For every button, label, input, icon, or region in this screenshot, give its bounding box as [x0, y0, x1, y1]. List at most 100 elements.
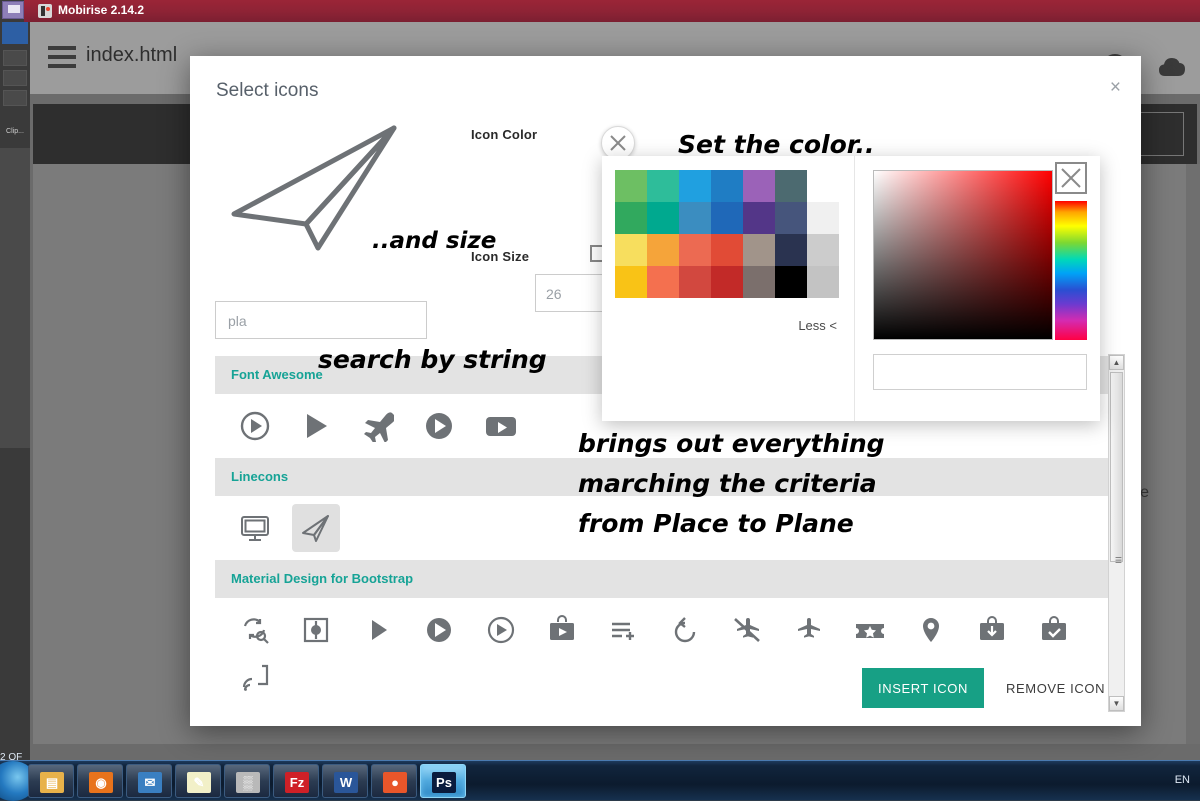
photoshop-side-panel: Clip...	[0, 0, 30, 760]
taskbar-item-file-explorer[interactable]: ▤	[28, 764, 74, 798]
file-explorer-icon: ▤	[40, 772, 64, 793]
firefox-icon: ◉	[89, 772, 113, 793]
custom-picker-close-icon[interactable]	[1055, 162, 1087, 194]
copy-icon[interactable]	[3, 70, 27, 86]
thunderbird-icon: ✉	[138, 772, 162, 793]
hex-color-input[interactable]	[873, 354, 1087, 390]
taskbar-item-word[interactable]: W	[322, 764, 368, 798]
color-swatch-11[interactable]	[743, 202, 775, 234]
replay-icon[interactable]	[661, 606, 709, 654]
airplanemode-on-icon[interactable]	[784, 606, 832, 654]
color-swatch-6[interactable]	[807, 170, 839, 202]
remove-icon-button[interactable]: REMOVE ICON	[1000, 668, 1111, 708]
shop-check-icon[interactable]	[1030, 606, 1078, 654]
language-indicator[interactable]: EN	[1175, 774, 1190, 786]
taskbar-item-photoshop[interactable]: Ps	[420, 764, 466, 798]
play-arrow-icon[interactable]	[354, 606, 402, 654]
hue-slider[interactable]	[1055, 201, 1087, 340]
brightness-box-icon[interactable]	[292, 606, 340, 654]
panel-tab-blue[interactable]	[2, 22, 28, 44]
close-icon[interactable]: ×	[1110, 78, 1121, 97]
color-swatch-15[interactable]	[647, 234, 679, 266]
plane-icon[interactable]	[354, 402, 402, 450]
color-swatch-10[interactable]	[711, 202, 743, 234]
icon-color-label: Icon Color	[471, 127, 537, 142]
taskbar-item-skype[interactable]: ●	[371, 764, 417, 798]
annotation-criteria: brings out everything marching the crite…	[578, 424, 885, 544]
search-input[interactable]: pla	[215, 301, 427, 339]
mobirise-window-title: Mobirise 2.14.2	[58, 3, 144, 17]
taskbar-item-mobirise[interactable]: ▒	[224, 764, 270, 798]
less-toggle-link[interactable]: Less <	[798, 318, 837, 333]
color-swatch-3[interactable]	[711, 170, 743, 202]
icon-size-input[interactable]: 26	[535, 274, 605, 312]
menu-hamburger-icon[interactable]	[48, 46, 76, 68]
scroll-down-arrow-icon[interactable]: ▼	[1109, 696, 1124, 711]
color-swatch-19[interactable]	[775, 234, 807, 266]
screen-share-icon[interactable]	[231, 654, 279, 702]
color-swatch-8[interactable]	[647, 202, 679, 234]
scroll-up-arrow-icon[interactable]: ▲	[1109, 355, 1124, 370]
get-app-bag-icon[interactable]	[968, 606, 1016, 654]
color-swatch-7[interactable]	[615, 202, 647, 234]
dialog-title: Select icons	[216, 80, 318, 102]
saturation-value-area[interactable]	[873, 170, 1053, 340]
page-scrollbar[interactable]	[1186, 164, 1200, 744]
color-swatch-14[interactable]	[615, 234, 647, 266]
color-swatch-2[interactable]	[679, 170, 711, 202]
shop-play-icon[interactable]	[538, 606, 586, 654]
play-icon[interactable]	[292, 402, 340, 450]
airplanemode-off-icon[interactable]	[723, 606, 771, 654]
color-swatch-21[interactable]	[615, 266, 647, 298]
color-swatch-5[interactable]	[775, 170, 807, 202]
insert-icon-button[interactable]: INSERT ICON	[862, 668, 984, 708]
color-swatch-22[interactable]	[647, 266, 679, 298]
local-play-ticket-icon[interactable]	[846, 606, 894, 654]
color-swatch-24[interactable]	[711, 266, 743, 298]
publish-cloud-icon[interactable]	[1158, 56, 1192, 78]
scrollbar-thumb[interactable]: ☰	[1110, 372, 1123, 562]
annotation-and-size: ..and size	[372, 228, 496, 254]
color-swatch-23[interactable]	[679, 266, 711, 298]
playlist-add-icon[interactable]	[600, 606, 648, 654]
color-swatch-12[interactable]	[775, 202, 807, 234]
annotation-criteria-line-1: brings out everything	[578, 424, 885, 464]
color-swatch-26[interactable]	[775, 266, 807, 298]
tools-panel	[0, 148, 30, 448]
color-picker-close-icon[interactable]	[601, 126, 635, 160]
play-circle-outline-icon[interactable]	[231, 402, 279, 450]
color-swatch-0[interactable]	[615, 170, 647, 202]
paper-plane-icon[interactable]	[292, 504, 340, 552]
annotation-set-color: Set the color..	[678, 130, 875, 159]
word-icon: W	[334, 772, 358, 793]
paste-icon[interactable]	[3, 90, 27, 106]
color-swatch-18[interactable]	[743, 234, 775, 266]
filezilla-icon: Fz	[285, 772, 309, 793]
taskbar-item-notepad[interactable]: ✎	[175, 764, 221, 798]
color-swatch-4[interactable]	[743, 170, 775, 202]
taskbar-item-thunderbird[interactable]: ✉	[126, 764, 172, 798]
color-swatch-27[interactable]	[807, 266, 839, 298]
icon-list-scrollbar[interactable]: ▲ ☰ ▼	[1108, 354, 1125, 712]
save-icon[interactable]	[2, 1, 24, 19]
color-swatch-16[interactable]	[679, 234, 711, 266]
color-swatch-13[interactable]	[807, 202, 839, 234]
color-swatch-grid	[615, 170, 839, 298]
scissors-icon[interactable]	[3, 50, 27, 66]
cached-search-icon[interactable]	[231, 606, 279, 654]
place-pin-icon[interactable]	[907, 606, 955, 654]
desktop: Clip... ▾ 2 OF Mobirise 2.14.2 Review.do…	[0, 0, 1200, 800]
youtube-play-icon[interactable]	[477, 402, 525, 450]
color-swatch-20[interactable]	[807, 234, 839, 266]
color-swatch-17[interactable]	[711, 234, 743, 266]
play-circle-outline-icon[interactable]	[477, 606, 525, 654]
color-swatch-25[interactable]	[743, 266, 775, 298]
color-swatch-1[interactable]	[647, 170, 679, 202]
play-circle-filled-icon[interactable]	[415, 402, 463, 450]
clipboard-group-label: Clip...	[1, 128, 29, 135]
taskbar-item-firefox[interactable]: ◉	[77, 764, 123, 798]
display-monitor-icon[interactable]	[231, 504, 279, 552]
taskbar-item-filezilla[interactable]: Fz	[273, 764, 319, 798]
play-circle-fill-icon[interactable]	[415, 606, 463, 654]
color-swatch-9[interactable]	[679, 202, 711, 234]
